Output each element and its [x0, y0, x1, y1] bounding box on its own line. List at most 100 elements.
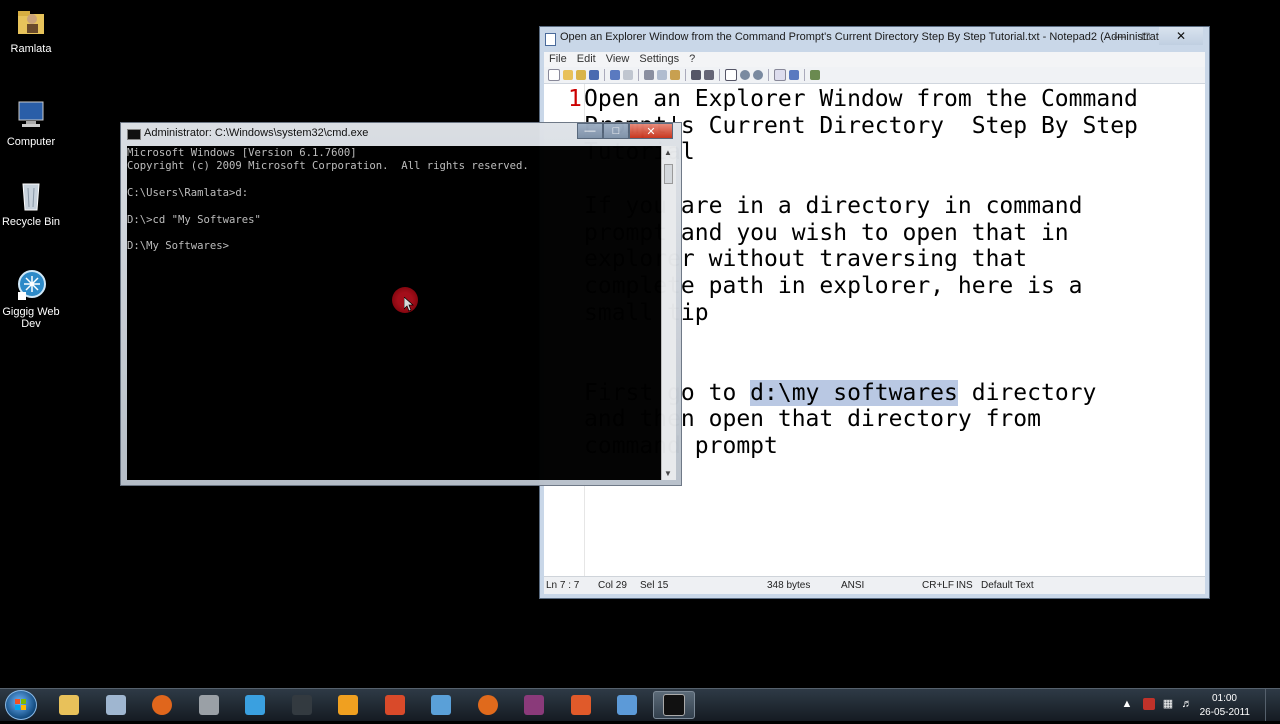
menu-settings[interactable]: Settings [634, 52, 684, 67]
desktop-icon-giggig[interactable]: Giggig Web Dev [0, 268, 62, 330]
taskbar-button[interactable] [95, 691, 137, 719]
show-hidden-icons-icon[interactable]: ▲ [1121, 698, 1133, 710]
volume-icon[interactable]: ♬ [1181, 698, 1193, 710]
cmd-app-icon [127, 129, 141, 140]
computer-icon [14, 98, 48, 132]
taskbar-button[interactable] [374, 691, 416, 719]
zoom-out-icon[interactable] [753, 70, 763, 80]
undo-icon[interactable] [610, 70, 620, 80]
minimize-button[interactable]: — [1107, 27, 1133, 45]
menu-bar: File Edit View Settings ? [544, 52, 1205, 67]
show-desktop-button[interactable] [1265, 689, 1280, 721]
status-line: Ln 7 : 7 [546, 580, 580, 591]
start-button[interactable] [5, 690, 37, 720]
console-output[interactable]: Microsoft Windows [Version 6.1.7600] Cop… [127, 146, 661, 480]
taskbar-button[interactable] [188, 691, 230, 719]
inkscape-icon [291, 695, 312, 715]
desktop-icon-ramlata[interactable]: Ramlata [0, 5, 62, 55]
redo-icon[interactable] [623, 70, 633, 80]
paste-icon[interactable] [670, 70, 680, 80]
scroll-down-icon[interactable]: ▼ [664, 469, 672, 478]
taskbar-button[interactable] [560, 691, 602, 719]
drive-icon [198, 695, 219, 715]
taskbar-button[interactable] [48, 691, 90, 719]
window-title: Open an Explorer Window from the Command… [560, 31, 1173, 43]
cut-icon[interactable] [644, 70, 654, 80]
text-segment: Open an Explorer Window from the Command [584, 86, 1138, 112]
taskbar-button[interactable] [652, 691, 695, 719]
status-selection: Sel 15 [640, 580, 669, 591]
launch-icon[interactable] [810, 70, 820, 80]
window-controls: — □ ✕ [1107, 27, 1203, 45]
window-controls: — □ ✕ [577, 123, 673, 139]
taskbar-button[interactable] [281, 691, 323, 719]
clock-time[interactable]: 01:00 [1212, 693, 1237, 704]
taskbar-button[interactable] [141, 691, 183, 719]
status-scheme: Default Text [981, 580, 1034, 591]
status-line-endings: CR+LF [922, 580, 954, 591]
notepad2-app-icon [545, 33, 556, 46]
wordwrap-icon[interactable] [725, 69, 737, 81]
firefox-pinned-icon [477, 695, 498, 715]
replace-icon[interactable] [704, 70, 714, 80]
browse-icon[interactable] [576, 70, 586, 80]
menu-edit[interactable]: Edit [572, 52, 601, 67]
menu-file[interactable]: File [544, 52, 572, 67]
taskbar-button[interactable] [467, 691, 509, 719]
scroll-up-icon[interactable]: ▲ [664, 148, 672, 157]
close-button[interactable]: ✕ [1159, 27, 1203, 45]
zoom-in-icon[interactable] [740, 70, 750, 80]
mouse-cursor-highlight [392, 287, 418, 313]
maximize-button[interactable]: □ [1133, 27, 1159, 45]
desktop-icon-recycle-bin[interactable]: Recycle Bin [0, 178, 62, 228]
line-number: 1 [568, 86, 582, 112]
open-icon[interactable] [563, 70, 573, 80]
close-button[interactable]: ✕ [629, 123, 673, 139]
scheme-icon[interactable] [774, 69, 786, 81]
text-line: Open an Explorer Window from the Command [584, 86, 1138, 113]
minimize-button[interactable]: — [577, 123, 603, 139]
taskbar-button[interactable] [327, 691, 369, 719]
status-bar: Ln 7 : 7 Col 29 Sel 15 348 bytes ANSI CR… [544, 576, 1205, 594]
desktop-icon-label: Giggig Web Dev [2, 306, 60, 330]
lightning-app-icon [338, 695, 358, 715]
selected-text: d:\my softwares [750, 379, 958, 406]
taskbar-button[interactable] [234, 691, 276, 719]
status-column: Col 29 [598, 580, 627, 591]
desktop-icon-computer[interactable]: Computer [0, 98, 62, 148]
notepad2-icon [617, 695, 637, 715]
office-icon [384, 695, 405, 715]
cmd-icon [662, 694, 685, 716]
clock-date[interactable]: 26-05-2011 [1200, 707, 1250, 718]
taskbar: ▲ ▦ ♬ 01:00 26-05-2011 [0, 688, 1280, 721]
calculator-icon [105, 695, 126, 715]
app-shortcut-icon [14, 268, 48, 302]
toolbar [544, 67, 1205, 84]
status-size: 348 bytes [767, 580, 811, 591]
network-icon[interactable]: ▦ [1162, 698, 1174, 710]
remote-desktop-icon [431, 695, 451, 715]
speaker-app-icon [570, 695, 591, 715]
new-icon[interactable] [548, 69, 560, 81]
taskbar-button[interactable] [606, 691, 648, 719]
copy-icon[interactable] [657, 70, 667, 80]
recycle-bin-icon [14, 178, 48, 212]
system-tray: ▲ ▦ ♬ 01:00 26-05-2011 [1110, 689, 1280, 721]
taskbar-button[interactable] [513, 691, 555, 719]
customize-icon[interactable] [789, 70, 799, 80]
window-title: Administrator: C:\Windows\system32\cmd.e… [144, 127, 369, 139]
taskbar-button[interactable] [420, 691, 462, 719]
save-icon[interactable] [589, 70, 599, 80]
scrollbar-thumb[interactable] [664, 164, 673, 184]
winrar-icon [524, 695, 544, 715]
desktop-icon-label: Ramlata [10, 43, 52, 55]
status-insert-mode: INS [956, 580, 973, 591]
find-icon[interactable] [691, 70, 701, 80]
explorer-icon [59, 695, 79, 715]
action-center-icon[interactable] [1143, 698, 1155, 710]
menu-view[interactable]: View [601, 52, 635, 67]
vertical-scrollbar[interactable]: ▲ ▼ [661, 146, 676, 480]
maximize-button[interactable]: □ [603, 123, 629, 139]
menu-help[interactable]: ? [684, 52, 700, 67]
user-folder-icon [14, 5, 48, 39]
